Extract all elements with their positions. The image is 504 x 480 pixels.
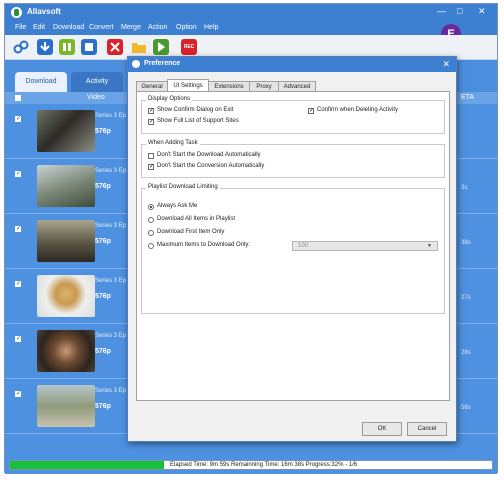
video-eta: 27s (461, 295, 471, 301)
select-all-checkbox[interactable] (15, 95, 21, 101)
video-resolution: 576p (95, 348, 111, 355)
menu-edit[interactable]: Edit (33, 24, 45, 31)
menu-convert[interactable]: Convert (89, 24, 114, 31)
row-checkbox[interactable]: ✓ (15, 281, 21, 287)
menu-action[interactable]: Action (148, 24, 167, 31)
adding-task-group: When Adding Task Don't Start the Downloa… (141, 140, 445, 178)
max-items-value: 100 (298, 243, 309, 249)
row-checkbox[interactable]: ✓ (15, 336, 21, 342)
folder-icon[interactable] (131, 39, 147, 55)
menu-help[interactable]: Help (204, 24, 218, 31)
delete-icon[interactable] (107, 39, 123, 55)
radio-label: Always Ask Me (157, 203, 198, 209)
ui-settings-panel: Display Options ✓ Show Confirm Dialog on… (136, 91, 450, 401)
video-resolution: 576p (95, 293, 111, 300)
row-checkbox[interactable]: ✓ (15, 226, 21, 232)
play-icon[interactable] (153, 39, 169, 55)
radio-label: Maximum Items to Download Only: (157, 242, 251, 248)
no-start-download-checkbox[interactable] (148, 153, 154, 159)
progress-bar (10, 461, 165, 469)
menu-file[interactable]: File (15, 24, 26, 31)
checkbox-label: Don't Start the Conversion Automatically (157, 163, 265, 169)
video-thumbnail (37, 165, 95, 207)
full-list-checkbox[interactable]: ✓ (148, 119, 154, 125)
ok-button[interactable]: OK (362, 422, 402, 436)
menu-download[interactable]: Download (53, 24, 84, 31)
video-thumbnail (37, 220, 95, 262)
video-title: Series 3 Ep 6 (95, 388, 132, 394)
group-label: Playlist Download Limiting (146, 184, 220, 190)
video-thumbnail (37, 275, 95, 317)
chevron-down-icon: ▼ (427, 243, 432, 249)
column-eta: ETA (461, 94, 475, 101)
checkbox-label: Show Full List of Support Sites (157, 118, 239, 124)
radio-label: Download All Items in Playlist (157, 216, 236, 222)
link-icon[interactable] (13, 39, 29, 55)
video-title: Series 3 Ep 3 (95, 223, 132, 229)
download-all-radio[interactable] (148, 217, 154, 223)
cancel-button[interactable]: Cancel (407, 422, 447, 436)
dialog-close-icon[interactable]: ✕ (442, 59, 450, 70)
record-button[interactable]: REC (181, 39, 197, 55)
video-title: Series 3 Ep 5 (95, 333, 132, 339)
group-label: Display Options (146, 96, 193, 102)
video-eta: 3s (461, 185, 468, 191)
always-ask-radio[interactable] (148, 204, 154, 210)
display-options-group: Display Options ✓ Show Confirm Dialog on… (141, 96, 445, 134)
group-label: When Adding Task (146, 140, 200, 146)
checkbox-label: Confirm when Deleting Activity (317, 107, 399, 113)
confirm-delete-checkbox[interactable]: ✓ (308, 108, 314, 114)
app-logo-icon (132, 60, 140, 68)
minimize-icon[interactable]: — (437, 6, 446, 16)
radio-label: Download First Item Only (157, 229, 225, 235)
row-checkbox[interactable]: ✓ (15, 171, 21, 177)
video-title: Series 3 Ep 2 (95, 168, 132, 174)
download-icon[interactable] (37, 39, 53, 55)
video-thumbnail (37, 110, 95, 152)
menu-bar: File Edit Download Convert Merge Action … (5, 21, 497, 35)
maximize-icon[interactable]: □ (457, 6, 462, 16)
row-checkbox[interactable]: ✓ (15, 391, 21, 397)
stop-icon[interactable] (81, 39, 97, 55)
video-resolution: 576p (95, 238, 111, 245)
status-bar: Elapsed Time: 9m 59s Remainning Time: 16… (9, 460, 493, 470)
dialog-title-bar: Preference ✕ (128, 57, 456, 72)
close-icon[interactable]: ✕ (478, 6, 486, 17)
video-resolution: 576p (95, 128, 111, 135)
video-eta: 38s (461, 240, 471, 246)
max-items-radio[interactable] (148, 243, 154, 249)
checkbox-label: Show Confirm Dialog on Exit (157, 107, 234, 113)
video-resolution: 576p (95, 403, 111, 410)
video-eta: 28s (461, 350, 471, 356)
tab-download[interactable]: Download (15, 72, 67, 92)
first-only-radio[interactable] (148, 230, 154, 236)
preference-dialog: Preference ✕ General UI Settings Extensi… (127, 56, 457, 442)
dialog-title: Preference (144, 60, 181, 67)
app-title: Allavsoft (27, 7, 61, 16)
video-title: Series 3 Ep 4 (95, 278, 132, 284)
max-items-select[interactable]: 100 ▼ (292, 241, 438, 251)
column-video: Video (87, 94, 105, 101)
video-title: Series 3 Ep 1 (95, 113, 132, 119)
video-eta: 56s (461, 405, 471, 411)
row-checkbox[interactable]: ✓ (15, 116, 21, 122)
video-thumbnail (37, 385, 95, 427)
video-thumbnail (37, 330, 95, 372)
no-start-conversion-checkbox[interactable]: ✓ (148, 164, 154, 170)
checkbox-label: Don't Start the Download Automatically (157, 152, 261, 158)
app-logo-icon (11, 7, 22, 18)
tab-activity[interactable]: Activity (71, 72, 123, 92)
playlist-limiting-group: Playlist Download Limiting Always Ask Me… (141, 184, 445, 314)
confirm-exit-checkbox[interactable]: ✓ (148, 108, 154, 114)
video-resolution: 576p (95, 183, 111, 190)
menu-option[interactable]: Option (176, 24, 197, 31)
menu-merge[interactable]: Merge (121, 24, 141, 31)
status-text: Elapsed Time: 9m 59s Remainning Time: 16… (170, 462, 358, 468)
pause-icon[interactable] (59, 39, 75, 55)
title-bar: Allavsoft — □ ✕ (5, 4, 497, 21)
